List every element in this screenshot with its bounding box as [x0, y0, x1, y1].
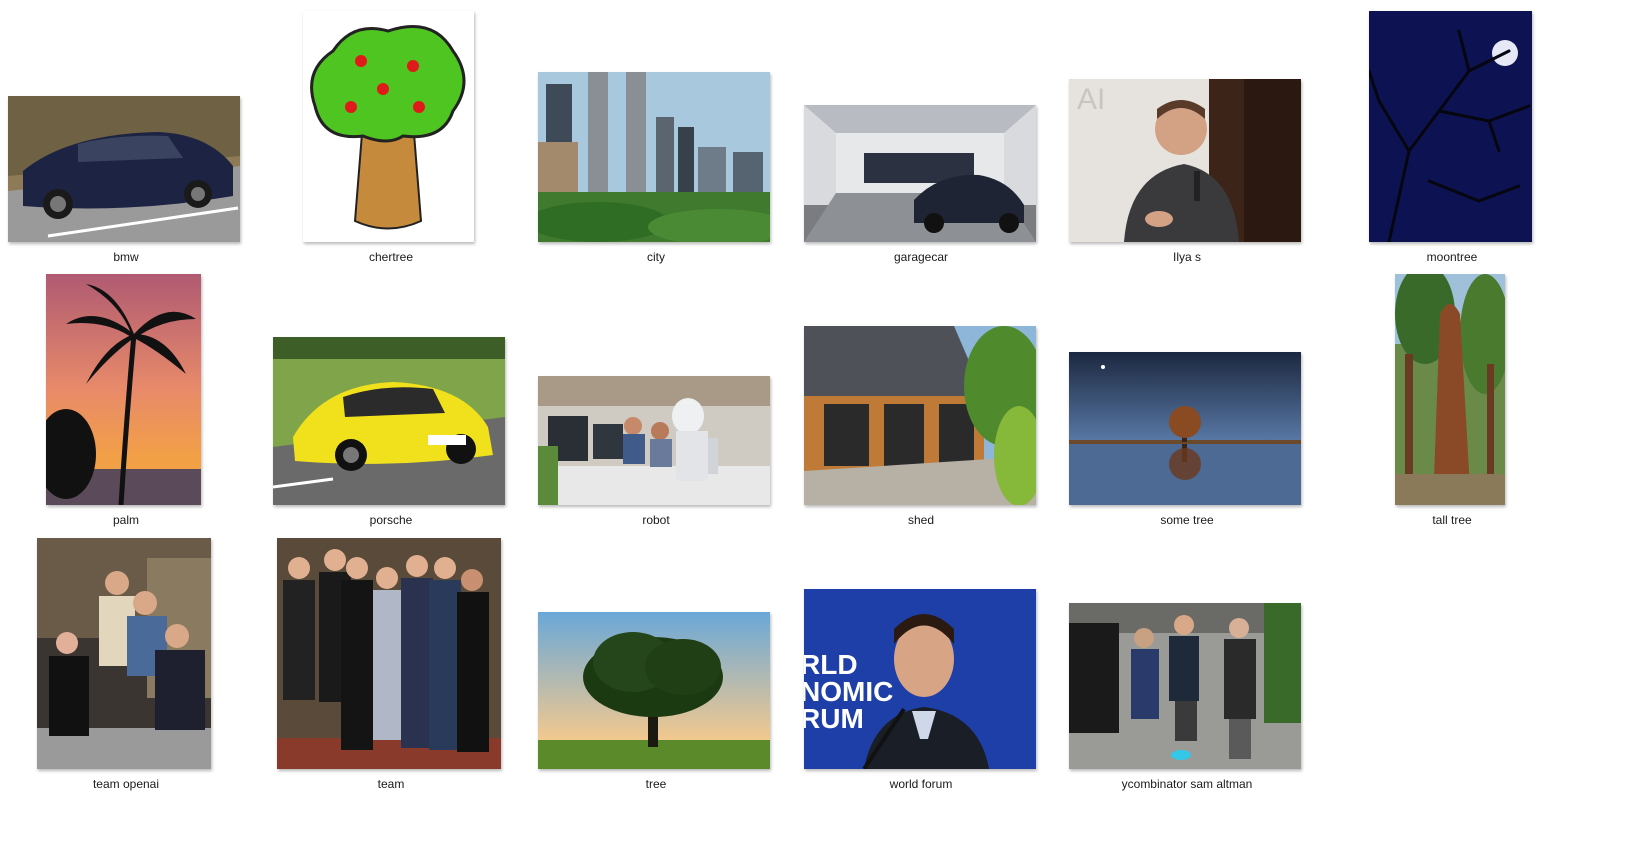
team-openai-label: team openai: [92, 777, 160, 791]
world-forum-image[interactable]: RLD NOMIC RUM: [804, 589, 1036, 769]
tree-image[interactable]: [538, 612, 770, 769]
team-openai-image[interactable]: [37, 538, 211, 769]
moontree-image[interactable]: [1369, 11, 1532, 242]
city-image[interactable]: [538, 72, 770, 242]
svg-text:AI: AI: [1077, 83, 1105, 116]
tree-label: tree: [645, 777, 667, 791]
chertree-label: chertree: [368, 250, 414, 264]
some-tree-image[interactable]: [1069, 352, 1301, 505]
svg-text:RUM: RUM: [804, 703, 864, 734]
ilya-s-image[interactable]: AI: [1069, 79, 1301, 242]
palm-image[interactable]: [46, 274, 201, 505]
ilya-s-label: Ilya s: [1172, 250, 1202, 264]
porsche-label: porsche: [369, 513, 413, 527]
tall-tree-image[interactable]: [1395, 274, 1505, 505]
palm-label: palm: [112, 513, 140, 527]
team-label: team: [377, 777, 405, 791]
garagecar-label: garagecar: [893, 250, 949, 264]
tall-tree-label: tall tree: [1432, 513, 1472, 527]
bmw-image[interactable]: [8, 96, 240, 242]
team-image[interactable]: [277, 538, 501, 769]
moontree-label: moontree: [1426, 250, 1478, 264]
ycombinator-sam-altman-image[interactable]: [1069, 603, 1301, 769]
thumbnail-gallery: bmw chertree city garagecar AI Ilya s mo…: [0, 0, 1649, 853]
chertree-image[interactable]: [303, 11, 474, 242]
shed-label: shed: [907, 513, 935, 527]
world-forum-label: world forum: [889, 777, 953, 791]
garagecar-image[interactable]: [804, 105, 1036, 242]
ycombinator-sam-altman-label: ycombinator sam altman: [1121, 777, 1253, 791]
robot-label: robot: [642, 513, 670, 527]
robot-image[interactable]: [538, 376, 770, 505]
city-label: city: [647, 250, 665, 264]
bmw-label: bmw: [113, 250, 139, 264]
porsche-image[interactable]: [273, 337, 505, 505]
some-tree-label: some tree: [1160, 513, 1214, 527]
shed-image[interactable]: [804, 326, 1036, 505]
